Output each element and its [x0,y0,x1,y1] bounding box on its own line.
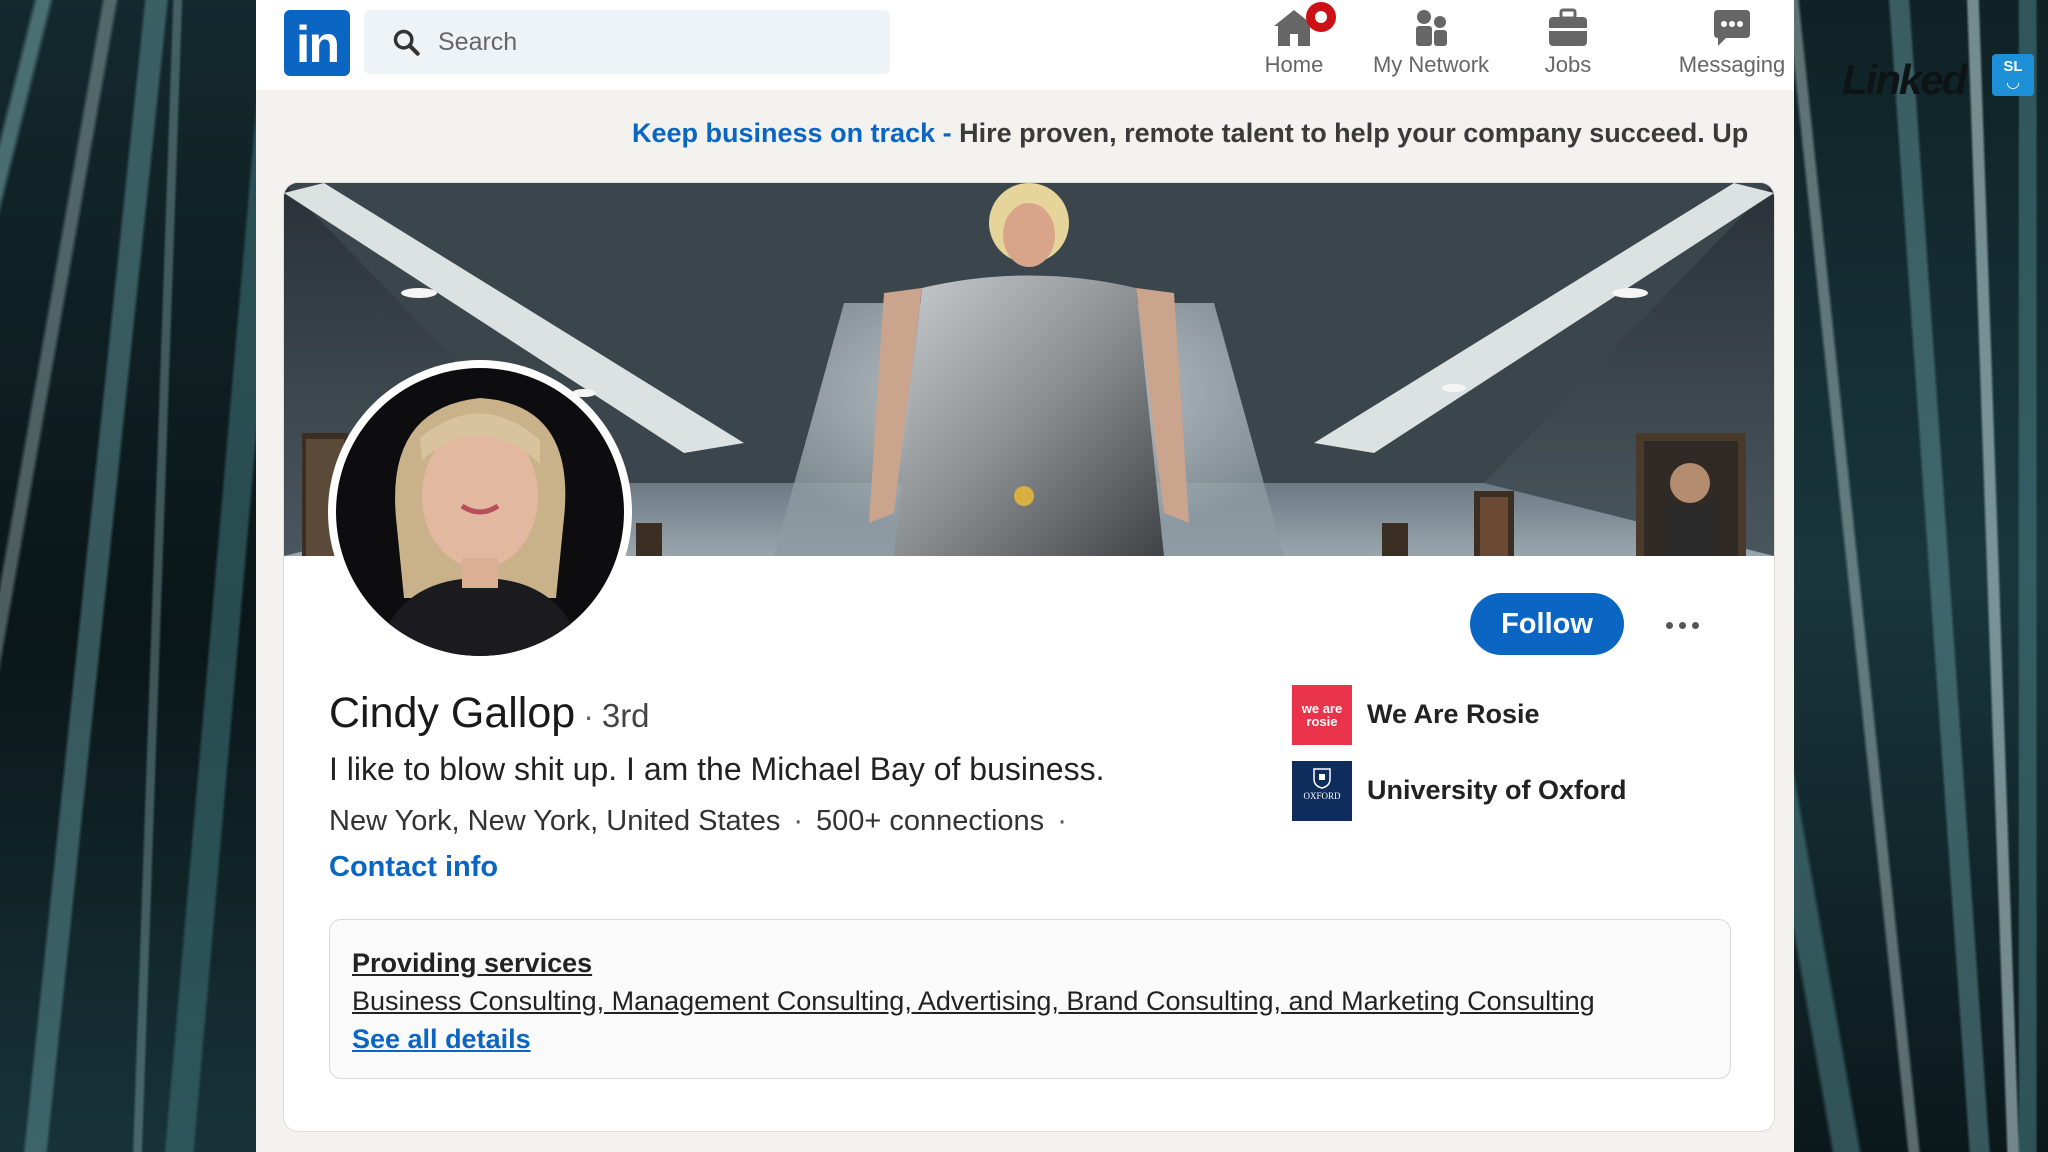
profile-location-line: New York, New York, United States · 500+ c… [329,805,1080,838]
connection-degree: 3rd [601,697,650,734]
promo-text: Hire proven, remote talent to help your … [959,118,1749,148]
background-right [1794,0,2048,1152]
network-icon [1416,10,1447,46]
linkedin-window: in Home My Network [256,0,1794,1152]
follow-button[interactable]: Follow [1470,593,1624,655]
oxford-logo-text: OXFORD [1303,791,1341,801]
nav-my-network[interactable]: My Network [1352,0,1510,90]
services-title[interactable]: Providing services [352,948,592,979]
search-box[interactable] [364,10,890,74]
we-are-rosie-logo: we are rosie [1292,685,1352,745]
avatar[interactable] [336,368,624,656]
message-icon [1714,10,1750,46]
profile-location: New York, New York, United States [329,805,781,837]
search-icon [393,29,420,56]
services-list[interactable]: Business Consulting, Management Consulti… [352,986,1595,1017]
organization-name: We Are Rosie [1367,699,1540,729]
oxford-logo: OXFORD [1292,761,1352,821]
crest-icon [1313,768,1331,789]
corner-watermark-logo: Linked SL ◡ [1842,50,2034,110]
nav-my-network-label: My Network [1372,52,1490,77]
promo-link[interactable]: Keep business on track - [632,118,959,148]
profile-name: Cindy Gallop [329,689,576,737]
contact-info-link[interactable]: Contact info [329,851,498,884]
nav-home[interactable]: Home [1226,0,1362,90]
briefcase-icon [1549,8,1587,46]
notification-dot [1306,2,1336,32]
nav-jobs[interactable]: Jobs [1510,0,1626,90]
more-options-icon[interactable] [1654,599,1710,649]
profile-name-line: Cindy Gallop · 3rd [329,689,650,738]
background-left [0,0,256,1152]
smile-icon: ◡ [2006,74,2020,91]
connections-count[interactable]: 500+ connections [816,805,1044,837]
profile-avatar-frame [328,360,632,664]
nav-jobs-label: Jobs [1544,52,1592,77]
corner-badge-text: SL [2003,58,2023,75]
profile-card: Follow Cindy Gallop · 3rd I like to blow s… [284,183,1774,1131]
corner-logo-badge: SL ◡ [1992,54,2034,96]
organization-name: University of Oxford [1367,775,1627,805]
top-navigation-bar: in Home My Network [256,0,1794,90]
promo-banner[interactable]: Keep business on track - Hire proven, re… [632,118,1794,149]
nav-messaging-label: Messaging [1678,52,1786,77]
location-separator: · [793,805,804,837]
nav-home-label: Home [1264,52,1324,77]
see-all-details-link[interactable]: See all details [352,1024,531,1055]
avatar-portrait [336,368,624,656]
corner-logo-wordmark: Linked [1842,56,1967,103]
search-input[interactable] [438,10,878,74]
providing-services-box[interactable]: Providing services Business Consulting, … [329,919,1731,1079]
linkedin-logo[interactable]: in [284,10,350,76]
nav-messaging[interactable]: Messaging [1646,0,1818,90]
profile-headline: I like to blow shit up. I am the Michael… [329,751,1105,787]
name-separator: · [583,698,594,734]
connections-separator: · [1057,805,1067,837]
